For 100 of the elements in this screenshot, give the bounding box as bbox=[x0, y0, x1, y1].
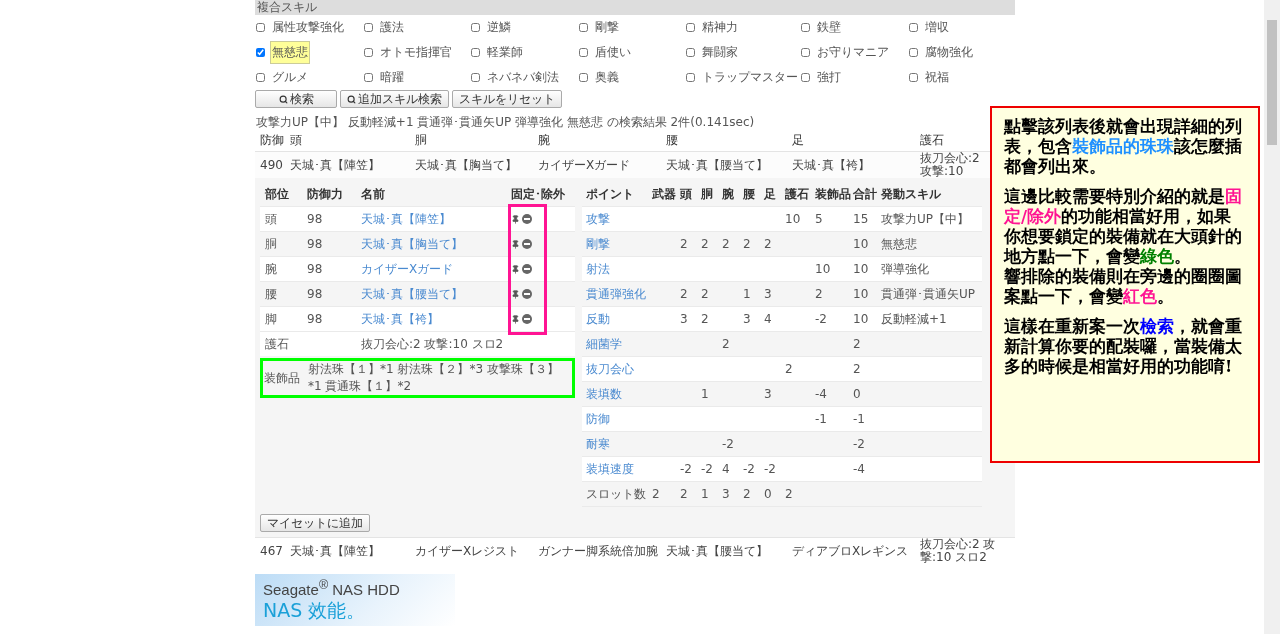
button[interactable]: 追加スキル検索 bbox=[340, 90, 449, 108]
checkbox[interactable] bbox=[801, 48, 810, 57]
checkbox[interactable] bbox=[256, 23, 265, 32]
table-cell: 98 bbox=[307, 287, 323, 301]
skill-point-link[interactable]: 装填速度 bbox=[586, 460, 634, 478]
skill-label: 強打 bbox=[816, 69, 842, 86]
minus-circle-icon[interactable] bbox=[522, 239, 532, 249]
column-header: 防御力 bbox=[307, 185, 343, 203]
minus-circle-icon[interactable] bbox=[522, 214, 532, 224]
checkbox[interactable] bbox=[471, 73, 480, 82]
pin-icon[interactable] bbox=[511, 314, 520, 324]
skill-label: 祝福 bbox=[923, 69, 950, 86]
skill-point-link[interactable]: 反動 bbox=[586, 310, 610, 328]
table-cell: 2 bbox=[701, 312, 709, 326]
table-cell: 10 bbox=[853, 262, 869, 276]
button[interactable]: 検索 bbox=[255, 90, 337, 108]
minus-circle-icon[interactable] bbox=[522, 289, 532, 299]
column-header: 腕 bbox=[722, 185, 734, 203]
skill-label: 剛撃 bbox=[593, 19, 620, 36]
checkbox[interactable] bbox=[908, 48, 918, 57]
skill-label: 属性攻撃強化 bbox=[271, 19, 345, 36]
checkbox[interactable] bbox=[363, 73, 373, 82]
search-icon bbox=[278, 94, 288, 104]
skill-point-link[interactable]: 射法 bbox=[586, 260, 610, 278]
table-cell: 3 bbox=[764, 387, 772, 401]
skill-point-link[interactable]: 攻撃 bbox=[586, 210, 610, 228]
table-cell: 2 bbox=[722, 237, 730, 251]
checkbox[interactable] bbox=[801, 23, 810, 32]
skill-label: ネバネバ剣法 bbox=[486, 69, 560, 86]
checkbox[interactable] bbox=[908, 23, 918, 32]
minus-circle-icon[interactable] bbox=[522, 314, 532, 324]
checkbox[interactable] bbox=[578, 23, 588, 32]
checkbox[interactable] bbox=[363, 23, 373, 32]
table-cell: 4 bbox=[722, 462, 730, 476]
equipment-link[interactable]: 天城･真【胸当て】 bbox=[361, 235, 463, 253]
skill-label: 増収 bbox=[923, 19, 950, 36]
add-to-myset-button[interactable]: マイセットに追加 bbox=[260, 514, 370, 532]
pin-icon[interactable] bbox=[511, 264, 520, 274]
table-cell: 天城･真【袴】 bbox=[792, 156, 870, 174]
pin-icon[interactable] bbox=[511, 239, 520, 249]
checkbox[interactable] bbox=[686, 23, 695, 32]
table-cell: 98 bbox=[307, 262, 323, 276]
skill-label: グルメ bbox=[271, 69, 309, 86]
skill-point-link[interactable]: 抜刀会心 bbox=[586, 360, 634, 378]
checkbox[interactable] bbox=[908, 73, 918, 82]
checkbox[interactable] bbox=[686, 48, 695, 57]
skill-label: 盾使い bbox=[593, 44, 632, 61]
table-cell: 護石 bbox=[265, 335, 289, 353]
column-header: 護石 bbox=[920, 132, 944, 149]
equipment-link[interactable]: 天城･真【陣笠】 bbox=[361, 210, 451, 228]
table-cell: -2 bbox=[853, 437, 865, 451]
table-cell: 貫通弾･貫通矢UP bbox=[881, 285, 976, 303]
column-header: 装飾品 bbox=[815, 185, 851, 203]
skill-label: 無慈悲 bbox=[270, 41, 310, 64]
checkbox[interactable] bbox=[578, 73, 588, 82]
pin-icon[interactable] bbox=[511, 214, 520, 224]
table-cell-text: 抜刀会心:2 攻撃:10 bbox=[920, 152, 981, 178]
pin-icon[interactable] bbox=[511, 289, 520, 299]
column-header: 護石 bbox=[785, 185, 809, 203]
skill-point-link[interactable]: 細菌学 bbox=[586, 335, 622, 353]
skill-label: トラップマスター bbox=[701, 69, 799, 86]
checkbox[interactable] bbox=[801, 73, 810, 82]
equipment-link[interactable]: 天城･真【袴】 bbox=[361, 310, 439, 328]
table-cell: 2 bbox=[743, 487, 751, 501]
table-cell: 4 bbox=[764, 312, 772, 326]
skill-point-link[interactable]: 耐寒 bbox=[586, 435, 610, 453]
column-header: 腰 bbox=[743, 185, 755, 203]
skill-point-link[interactable]: 貫通弾強化 bbox=[586, 285, 646, 303]
table-cell: 98 bbox=[307, 237, 323, 251]
button[interactable]: スキルをリセット bbox=[452, 90, 562, 108]
minus-circle-icon[interactable] bbox=[522, 264, 532, 274]
table-cell: ディアブロXレギンス bbox=[792, 542, 909, 560]
checkbox[interactable] bbox=[256, 73, 265, 82]
table-cell: 2 bbox=[743, 237, 751, 251]
skill-point-link[interactable]: 防御 bbox=[586, 410, 610, 428]
table-cell: 1 bbox=[743, 287, 751, 301]
table-cell: ガンナー脚系統倍加腕 bbox=[538, 542, 658, 560]
ad-banner[interactable]: Seagate$^{®}$ NAS HDD NAS 效能。 bbox=[255, 574, 455, 626]
checkbox[interactable] bbox=[578, 48, 588, 57]
table-cell: 2 bbox=[815, 287, 823, 301]
checkbox[interactable] bbox=[256, 48, 265, 57]
skill-label: 鉄壁 bbox=[816, 19, 842, 36]
checkbox[interactable] bbox=[471, 48, 480, 57]
skill-label: 舞闘家 bbox=[701, 44, 739, 61]
table-cell: -4 bbox=[815, 387, 827, 401]
skill-label: 逆鱗 bbox=[486, 19, 512, 36]
table-cell: カイザーXガード bbox=[538, 156, 631, 174]
checkbox[interactable] bbox=[471, 23, 480, 32]
skill-point-link[interactable]: 装填数 bbox=[586, 385, 622, 403]
checkbox[interactable] bbox=[686, 73, 695, 82]
scrollbar[interactable] bbox=[1264, 0, 1280, 634]
skill-point-link[interactable]: 剛撃 bbox=[586, 235, 610, 253]
checkbox[interactable] bbox=[363, 48, 373, 57]
equipment-link[interactable]: カイザーXガード bbox=[361, 260, 454, 278]
equipment-link[interactable]: 天城･真【腰当て】 bbox=[361, 285, 463, 303]
skill-label: 暗躍 bbox=[378, 69, 405, 86]
column-header: 固定･除外 bbox=[511, 185, 565, 203]
column-header: 腰 bbox=[666, 132, 678, 149]
table-cell: 3 bbox=[722, 487, 730, 501]
ad-brand: Seagate$^{®}$ NAS HDD bbox=[263, 578, 401, 598]
